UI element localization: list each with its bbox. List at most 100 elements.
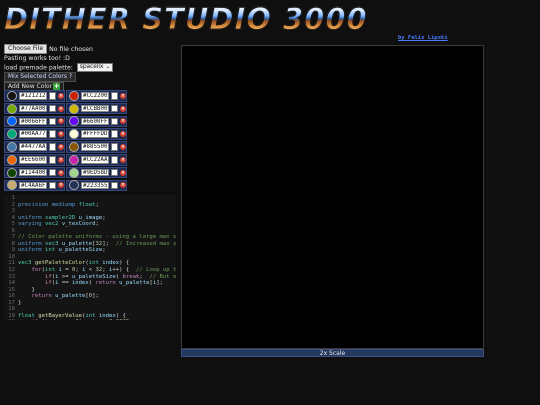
color-swatch: #CC2200 × xyxy=(66,90,127,102)
delete-color-icon[interactable]: × xyxy=(120,131,126,138)
color-hex-input[interactable]: #114400 xyxy=(19,168,47,177)
file-input-row: Choose File No file chosen xyxy=(4,44,93,54)
color-select-checkbox[interactable] xyxy=(48,181,56,190)
shader-code-editor[interactable]: 1 2 precision mediump float; 3 4 uniform samp… xyxy=(4,195,176,320)
color-select-checkbox[interactable] xyxy=(48,104,56,113)
color-select-checkbox[interactable] xyxy=(110,143,118,151)
code-text: if (index == 0) return 0.0625; xyxy=(18,319,132,320)
color-select-checkbox[interactable] xyxy=(110,92,118,100)
color-hex-input[interactable]: #121212 xyxy=(19,92,47,100)
color-hex-input[interactable]: #EE6600 xyxy=(19,156,47,164)
delete-color-icon[interactable]: × xyxy=(120,118,126,125)
color-select-checkbox[interactable] xyxy=(48,92,56,100)
palette-label: load premade palette: xyxy=(4,64,73,72)
color-dot[interactable] xyxy=(69,180,79,191)
chevron-down-icon: ⌄ xyxy=(105,64,111,70)
color-select-checkbox[interactable] xyxy=(48,130,56,138)
color-dot[interactable] xyxy=(7,103,17,114)
color-hex-input[interactable]: #C4AA6F xyxy=(19,181,47,190)
file-status: No file chosen xyxy=(49,46,93,53)
delete-color-icon[interactable]: × xyxy=(120,169,126,176)
plus-icon: + xyxy=(53,82,61,90)
color-swatch: #FFFFDD × xyxy=(66,128,127,140)
color-dot[interactable] xyxy=(7,180,17,191)
color-hex-input[interactable]: #9ED58D xyxy=(81,168,109,177)
color-select-checkbox[interactable] xyxy=(110,104,118,113)
color-select-checkbox[interactable] xyxy=(48,143,56,151)
color-select-checkbox[interactable] xyxy=(110,117,118,126)
delete-color-icon[interactable]: × xyxy=(120,182,126,189)
delete-color-icon[interactable]: × xyxy=(120,105,126,112)
delete-color-icon[interactable]: × xyxy=(58,169,64,176)
color-swatch: #223355 × xyxy=(66,179,127,192)
delete-color-icon[interactable]: × xyxy=(120,92,126,99)
color-swatch: #6600FF × xyxy=(66,115,127,128)
color-select-checkbox[interactable] xyxy=(48,156,56,164)
color-dot[interactable] xyxy=(69,141,79,152)
color-dot[interactable] xyxy=(7,90,17,101)
color-select-checkbox[interactable] xyxy=(48,117,56,126)
color-hex-input[interactable]: #6600FF xyxy=(81,117,109,126)
color-select-checkbox[interactable] xyxy=(110,168,118,177)
color-swatch: #121212 × xyxy=(4,90,65,102)
color-hex-input[interactable]: #885500 xyxy=(81,143,109,151)
choose-file-button[interactable]: Choose File xyxy=(4,44,48,54)
color-dot[interactable] xyxy=(69,116,79,127)
color-hex-input[interactable]: #FFFFDD xyxy=(81,130,109,138)
delete-color-icon[interactable]: × xyxy=(58,131,64,138)
color-swatch-grid: #121212 × #CC2200 × #77AA00 × #CCBB00 × #0066FF ×… xyxy=(4,90,128,192)
color-select-checkbox[interactable] xyxy=(110,130,118,138)
color-hex-input[interactable]: #223355 xyxy=(81,181,109,190)
color-hex-input[interactable]: #CC22AA xyxy=(81,156,109,164)
palette-select-value: spacelix xyxy=(79,64,104,70)
color-hex-input[interactable]: #4477AA xyxy=(19,143,47,151)
color-dot[interactable] xyxy=(69,103,79,114)
color-dot[interactable] xyxy=(7,141,17,152)
add-color-label: Add New Color xyxy=(8,83,53,90)
delete-color-icon[interactable]: × xyxy=(58,143,64,150)
author-link[interactable]: by Felix Lipski xyxy=(398,35,448,41)
color-swatch: #0066FF × xyxy=(4,115,65,128)
delete-color-icon[interactable]: × xyxy=(58,92,64,99)
color-dot[interactable] xyxy=(69,167,79,178)
color-dot[interactable] xyxy=(69,90,79,101)
delete-color-icon[interactable]: × xyxy=(58,156,64,163)
mix-colors-button[interactable]: Mix Selected Colors ? xyxy=(4,72,77,82)
delete-color-icon[interactable]: × xyxy=(58,118,64,125)
color-swatch: #00AA77 × xyxy=(4,128,65,140)
color-dot[interactable] xyxy=(7,116,17,127)
color-dot[interactable] xyxy=(69,154,79,165)
color-swatch: #EE6600 × xyxy=(4,153,65,166)
delete-color-icon[interactable]: × xyxy=(120,143,126,150)
paste-note: Pasting works too! :D xyxy=(4,55,70,62)
color-hex-input[interactable]: #77AA00 xyxy=(19,104,47,113)
color-hex-input[interactable]: #0066FF xyxy=(19,117,47,126)
delete-color-icon[interactable]: × xyxy=(120,156,126,163)
code-text: precision mediump float; xyxy=(18,201,99,208)
color-hex-input[interactable]: #CCBB00 xyxy=(81,104,109,113)
color-dot[interactable] xyxy=(7,167,17,178)
color-select-checkbox[interactable] xyxy=(110,156,118,164)
mix-row: Mix Selected Colors ? xyxy=(4,72,77,82)
color-swatch: #885500 × xyxy=(66,141,127,153)
color-swatch: #CCBB00 × xyxy=(66,102,127,115)
color-dot[interactable] xyxy=(7,129,17,140)
color-swatch: #4477AA × xyxy=(4,141,65,153)
code-text: return u_palette[0]; xyxy=(31,293,99,300)
color-swatch: #77AA00 × xyxy=(4,102,65,115)
delete-color-icon[interactable]: × xyxy=(58,105,64,112)
line-number: 20 xyxy=(4,319,18,320)
color-hex-input[interactable]: #00AA77 xyxy=(19,130,47,138)
color-dot[interactable] xyxy=(7,154,17,165)
scale-label[interactable]: 2x Scale xyxy=(181,349,484,357)
color-dot[interactable] xyxy=(69,129,79,140)
delete-color-icon[interactable]: × xyxy=(58,182,64,189)
color-swatch: #CC22AA × xyxy=(66,153,127,166)
color-swatch: #9ED58D × xyxy=(66,166,127,179)
palette-select[interactable]: spacelix ⌄ xyxy=(76,63,114,72)
code-text: varying vec2 v_texCoord; xyxy=(18,221,99,228)
color-select-checkbox[interactable] xyxy=(48,168,56,177)
preview-canvas xyxy=(181,45,484,349)
color-select-checkbox[interactable] xyxy=(110,181,118,190)
color-hex-input[interactable]: #CC2200 xyxy=(81,92,109,100)
